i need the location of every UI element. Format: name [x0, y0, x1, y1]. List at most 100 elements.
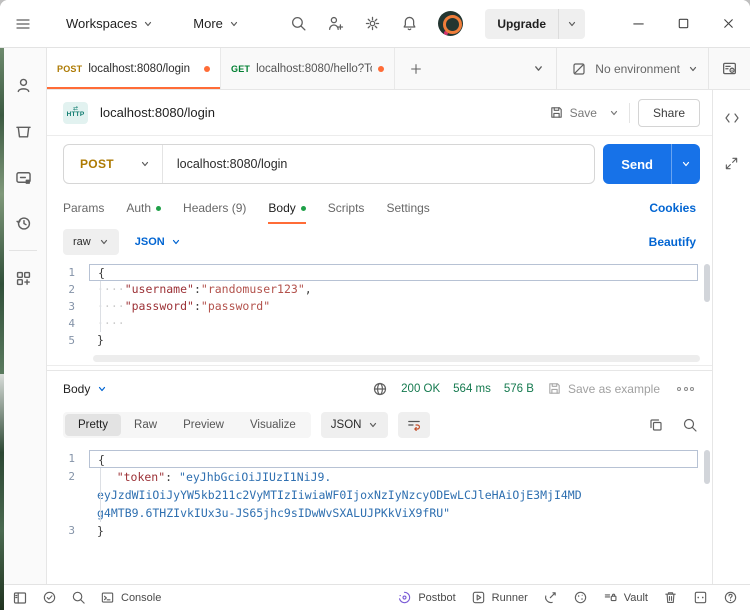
- invite-user-icon[interactable]: [327, 15, 344, 32]
- sidebar-collections-icon[interactable]: [0, 108, 47, 154]
- sidebar-history-icon[interactable]: [0, 200, 47, 246]
- body-set-dot: [301, 206, 306, 211]
- tab-overflow-chevron-icon[interactable]: [521, 48, 556, 89]
- postman-window: Workspaces More: [0, 0, 750, 610]
- close-window-icon[interactable]: [721, 16, 736, 31]
- code-snippet-icon[interactable]: [724, 110, 740, 126]
- line-number: 4: [47, 315, 89, 332]
- method-selector[interactable]: POST: [64, 145, 163, 183]
- line-number: 2: [47, 468, 89, 486]
- http-protocol-badge: ⇄ HTTP: [63, 102, 88, 124]
- code-line: eyJzdWIiOiJyYW5kb211c2VyMTIzIiwiaWF0Ijox…: [89, 486, 698, 504]
- save-button[interactable]: Save: [547, 101, 599, 124]
- word-wrap-toggle[interactable]: [398, 412, 430, 438]
- request-tabs: Params Auth Headers (9) Body Scripts: [47, 192, 712, 224]
- upgrade-chevron-icon[interactable]: [559, 9, 585, 39]
- horizontal-scrollbar[interactable]: [93, 355, 700, 362]
- request-tab-login[interactable]: POST localhost:8080/login: [47, 48, 221, 89]
- two-pane-layout-icon[interactable]: [693, 590, 708, 605]
- cookies-icon[interactable]: [573, 590, 588, 605]
- sidebar-user-icon[interactable]: [0, 62, 47, 108]
- response-body-selector[interactable]: Body: [63, 382, 107, 396]
- url-input[interactable]: [163, 157, 594, 171]
- search-response-icon[interactable]: [682, 417, 698, 433]
- unsaved-changes-dot: [204, 66, 210, 72]
- request-body-editor[interactable]: 1 { 2 ····"username":"randomuser123", 3 …: [47, 260, 712, 366]
- copy-icon[interactable]: [648, 417, 664, 433]
- tab-title: localhost:8080/login: [88, 63, 198, 75]
- status-code: 200 OK: [401, 383, 440, 395]
- toggle-sidebar-icon[interactable]: [12, 590, 28, 606]
- tab-visualize[interactable]: Visualize: [237, 414, 309, 436]
- tab-body[interactable]: Body: [268, 192, 305, 224]
- send-button[interactable]: Send: [603, 144, 671, 184]
- help-icon[interactable]: [723, 590, 738, 605]
- line-number: [47, 486, 89, 504]
- cookies-link[interactable]: Cookies: [649, 201, 696, 215]
- console-button[interactable]: Console: [100, 590, 161, 605]
- vertical-scrollbar[interactable]: [704, 450, 710, 484]
- code-line: }: [89, 522, 698, 540]
- chevron-down-icon: [140, 159, 150, 169]
- environment-quick-look-icon[interactable]: [708, 48, 750, 89]
- more-menu[interactable]: More: [187, 16, 239, 31]
- workspaces-label: Workspaces: [66, 16, 137, 31]
- no-environment-icon: [571, 61, 587, 77]
- save-options-chevron-icon[interactable]: [607, 104, 621, 122]
- tab-headers[interactable]: Headers (9): [183, 192, 246, 224]
- status-check-icon[interactable]: [42, 590, 57, 605]
- top-bar: Workspaces More: [0, 0, 750, 48]
- user-avatar[interactable]: [438, 11, 463, 36]
- search-icon[interactable]: [290, 15, 307, 32]
- vertical-scrollbar[interactable]: [704, 264, 710, 302]
- network-globe-icon[interactable]: [372, 381, 388, 397]
- find-replace-icon[interactable]: [71, 590, 86, 605]
- save-floppy-icon: [549, 105, 564, 120]
- settings-gear-icon[interactable]: [364, 15, 381, 32]
- notifications-bell-icon[interactable]: [401, 15, 418, 32]
- body-format-selector[interactable]: JSON: [135, 236, 181, 248]
- tab-params[interactable]: Params: [63, 192, 104, 224]
- code-line: {: [89, 264, 698, 281]
- tab-title: localhost:8080/hello?To: [256, 63, 372, 75]
- tab-preview[interactable]: Preview: [170, 414, 237, 436]
- upgrade-button[interactable]: Upgrade: [485, 9, 559, 39]
- body-type-selector[interactable]: raw: [63, 229, 119, 255]
- tab-settings[interactable]: Settings: [386, 192, 429, 224]
- tab-scripts[interactable]: Scripts: [328, 192, 365, 224]
- maximize-window-icon[interactable]: [676, 16, 691, 31]
- hamburger-menu-icon[interactable]: [14, 15, 32, 33]
- more-options-icon[interactable]: [673, 383, 698, 395]
- postbot-button[interactable]: Postbot: [397, 590, 455, 605]
- status-bar: Console Postbot Runner: [0, 584, 750, 610]
- request-tab-strip: POST localhost:8080/login GET localhost:…: [47, 48, 750, 90]
- minimize-window-icon[interactable]: [631, 16, 646, 31]
- vault-button[interactable]: Vault: [603, 590, 648, 605]
- save-as-example-button[interactable]: Save as example: [547, 381, 660, 396]
- sidebar-mock-servers-icon[interactable]: [0, 154, 47, 200]
- response-format-selector[interactable]: JSON: [321, 412, 389, 438]
- response-body-editor[interactable]: 1 { 2 "token": "eyJhbGciOiJIUzI1NiJ9. ey…: [47, 444, 712, 584]
- line-number: 3: [47, 298, 89, 315]
- chevron-down-icon: [143, 19, 153, 29]
- new-tab-button[interactable]: [395, 48, 437, 89]
- divider: [629, 103, 630, 123]
- indent-guide: [100, 468, 101, 522]
- capture-requests-icon[interactable]: [543, 590, 558, 605]
- tab-auth[interactable]: Auth: [126, 192, 161, 224]
- environment-selector[interactable]: No environment: [556, 48, 708, 89]
- runner-button[interactable]: Runner: [471, 590, 528, 605]
- environment-name: No environment: [595, 62, 680, 76]
- send-options-chevron-icon[interactable]: [671, 144, 700, 184]
- tab-pretty[interactable]: Pretty: [65, 414, 121, 436]
- sidebar-new-blocks-icon[interactable]: [0, 255, 47, 301]
- tab-raw[interactable]: Raw: [121, 414, 170, 436]
- code-line: "token": "eyJhbGciOiJIUzI1NiJ9.: [89, 468, 698, 486]
- workspaces-menu[interactable]: Workspaces: [60, 16, 153, 31]
- trash-icon[interactable]: [663, 590, 678, 605]
- runner-icon: [471, 590, 486, 605]
- expand-panes-icon[interactable]: [724, 156, 739, 171]
- share-button[interactable]: Share: [638, 99, 700, 127]
- request-tab-hello[interactable]: GET localhost:8080/hello?To: [221, 48, 395, 89]
- beautify-link[interactable]: Beautify: [649, 235, 696, 249]
